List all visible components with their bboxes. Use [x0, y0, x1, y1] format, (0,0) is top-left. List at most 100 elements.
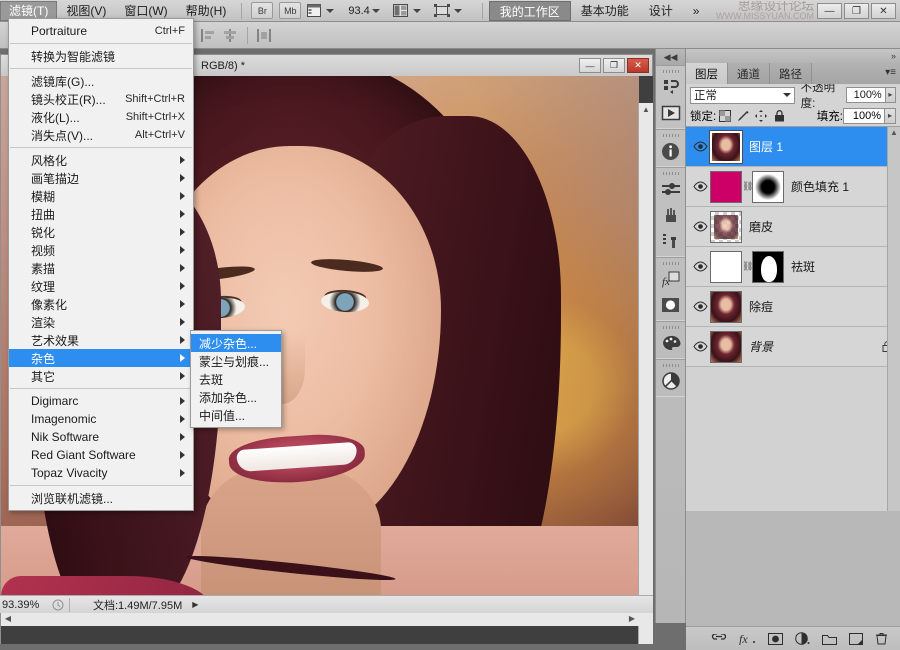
- menu-item-blur[interactable]: 模糊: [9, 187, 193, 205]
- info-icon[interactable]: [656, 138, 685, 164]
- layer-thumbnail[interactable]: [710, 171, 742, 203]
- bridge-button[interactable]: Br: [251, 2, 273, 19]
- layer-row-4[interactable]: ⛓ 祛斑: [686, 247, 900, 287]
- menu-item-vanishing-point[interactable]: 消失点(V)... Alt+Ctrl+V: [9, 126, 193, 144]
- status-zoom-value[interactable]: 93.39%: [0, 599, 52, 611]
- history-icon[interactable]: [656, 74, 685, 100]
- layer-thumbnail[interactable]: [710, 331, 742, 363]
- menu-item-artistic[interactable]: 艺术效果: [9, 331, 193, 349]
- menu-item-other[interactable]: 其它: [9, 367, 193, 385]
- layer-row-2[interactable]: ⛓ 颜色填充 1: [686, 167, 900, 207]
- view-extras-caret-icon[interactable]: [326, 9, 334, 13]
- mask-link-icon[interactable]: ⛓: [742, 181, 752, 192]
- layer-name[interactable]: 背景: [749, 338, 773, 355]
- layer-mask-thumbnail[interactable]: [752, 171, 784, 203]
- layer-mask-thumbnail[interactable]: [752, 251, 784, 283]
- eye-icon[interactable]: [690, 301, 710, 312]
- menu-item-red-giant-software[interactable]: Red Giant Software: [9, 446, 193, 464]
- submenu-item-add-noise[interactable]: 添加杂色...: [191, 388, 281, 406]
- document-close-button[interactable]: ✕: [627, 58, 649, 73]
- tab-channels[interactable]: 通道: [728, 63, 770, 84]
- align-center-icon[interactable]: [222, 28, 238, 43]
- link-icon[interactable]: [711, 634, 727, 644]
- document-minimize-button[interactable]: —: [579, 58, 601, 73]
- menu-item-distort[interactable]: 扭曲: [9, 205, 193, 223]
- blend-mode-select[interactable]: 正常: [690, 87, 795, 104]
- menu-item-digimarc[interactable]: Digimarc: [9, 392, 193, 410]
- layer-name[interactable]: 颜色填充 1: [791, 178, 849, 195]
- workspace-essentials[interactable]: 基本功能: [571, 1, 639, 21]
- panel-collapse-button[interactable]: »: [686, 49, 900, 63]
- menu-item-filter-gallery[interactable]: 滤镜库(G)...: [9, 72, 193, 90]
- menu-item-nik-software[interactable]: Nik Software: [9, 428, 193, 446]
- styles-fx-icon[interactable]: fx: [656, 266, 685, 292]
- menu-item-imagenomic[interactable]: Imagenomic: [9, 410, 193, 428]
- fill-value[interactable]: 100%: [843, 108, 885, 124]
- panel-menu-icon[interactable]: ▾≡: [885, 67, 896, 78]
- dock-collapse-button[interactable]: ◀◀: [656, 49, 685, 65]
- menu-item-video[interactable]: 视频: [9, 241, 193, 259]
- swatches-icon[interactable]: [656, 368, 685, 394]
- menu-item-convert-smart-filter[interactable]: 转换为智能滤镜: [9, 47, 193, 65]
- scroll-up-arrow-icon[interactable]: ▲: [888, 127, 900, 139]
- menu-item-stylize[interactable]: 风格化: [9, 151, 193, 169]
- menu-item-sketch[interactable]: 素描: [9, 259, 193, 277]
- layer-name[interactable]: 磨皮: [749, 218, 773, 235]
- distribute-icon[interactable]: [256, 28, 272, 43]
- fill-stepper[interactable]: ▸: [885, 108, 896, 124]
- layer-row-5[interactable]: 除痘: [686, 287, 900, 327]
- canvas-horizontal-scrollbar[interactable]: ◀ ▶: [1, 611, 639, 626]
- scroll-left-arrow-icon[interactable]: ◀: [1, 612, 15, 626]
- screen-mode-icon[interactable]: [433, 2, 451, 19]
- scroll-up-arrow-icon[interactable]: ▲: [639, 103, 653, 117]
- tab-layers[interactable]: 图层: [686, 63, 728, 84]
- menu-item-browse-online-filters[interactable]: 浏览联机滤镜...: [9, 489, 193, 507]
- menu-item-texture[interactable]: 纹理: [9, 277, 193, 295]
- eye-icon[interactable]: [690, 141, 710, 152]
- eye-icon[interactable]: [690, 341, 710, 352]
- fx-icon[interactable]: fx: [739, 632, 756, 645]
- delete-icon[interactable]: [875, 632, 888, 645]
- masks-icon[interactable]: [656, 292, 685, 318]
- adjustment-icon[interactable]: [795, 632, 810, 645]
- menu-item-noise[interactable]: 杂色: [9, 349, 193, 367]
- layer-name[interactable]: 图层 1: [749, 138, 783, 155]
- mini-bridge-button[interactable]: Mb: [279, 2, 301, 19]
- layer-list-scrollbar[interactable]: ▲: [887, 127, 900, 511]
- menu-item-portraiture[interactable]: Portraiture Ctrl+F: [9, 22, 193, 40]
- eye-icon[interactable]: [690, 221, 710, 232]
- lock-transparent-pixels-icon[interactable]: [718, 109, 732, 123]
- arrange-caret-icon[interactable]: [413, 9, 421, 13]
- mask-icon[interactable]: [768, 633, 783, 645]
- opacity-value[interactable]: 100%: [846, 87, 885, 103]
- eye-icon[interactable]: [690, 181, 710, 192]
- menu-item-brush-strokes[interactable]: 画笔描边: [9, 169, 193, 187]
- new-layer-icon[interactable]: [849, 633, 863, 645]
- layer-name[interactable]: 祛斑: [791, 258, 815, 275]
- brush-presets-icon[interactable]: [656, 202, 685, 228]
- menu-item-topaz-vivacity[interactable]: Topaz Vivacity: [9, 464, 193, 482]
- color-palette-icon[interactable]: [656, 330, 685, 356]
- actions-icon[interactable]: [656, 100, 685, 126]
- canvas-vertical-scrollbar[interactable]: ▲: [638, 103, 653, 644]
- layer-name[interactable]: 除痘: [749, 298, 773, 315]
- menu-item-render[interactable]: 渲染: [9, 313, 193, 331]
- screen-mode-caret-icon[interactable]: [454, 9, 462, 13]
- submenu-item-dust-scratches[interactable]: 蒙尘与划痕...: [191, 352, 281, 370]
- submenu-item-median[interactable]: 中间值...: [191, 406, 281, 424]
- menu-item-liquify[interactable]: 液化(L)... Shift+Ctrl+X: [9, 108, 193, 126]
- layer-row-3[interactable]: 磨皮: [686, 207, 900, 247]
- eye-icon[interactable]: [690, 261, 710, 272]
- clone-source-icon[interactable]: [656, 228, 685, 254]
- app-maximize-button[interactable]: ❐: [844, 3, 869, 19]
- workspace-my[interactable]: 我的工作区: [489, 1, 571, 21]
- lock-all-icon[interactable]: [772, 109, 786, 123]
- menu-item-pixelate[interactable]: 像素化: [9, 295, 193, 313]
- menu-item-lens-correction[interactable]: 镜头校正(R)... Shift+Ctrl+R: [9, 90, 193, 108]
- app-close-button[interactable]: ✕: [871, 3, 896, 19]
- align-left-icon[interactable]: [200, 28, 216, 43]
- lock-position-icon[interactable]: [754, 109, 768, 123]
- scroll-right-arrow-icon[interactable]: ▶: [625, 612, 639, 626]
- adjustments-icon[interactable]: [656, 176, 685, 202]
- document-restore-button[interactable]: ❐: [603, 58, 625, 73]
